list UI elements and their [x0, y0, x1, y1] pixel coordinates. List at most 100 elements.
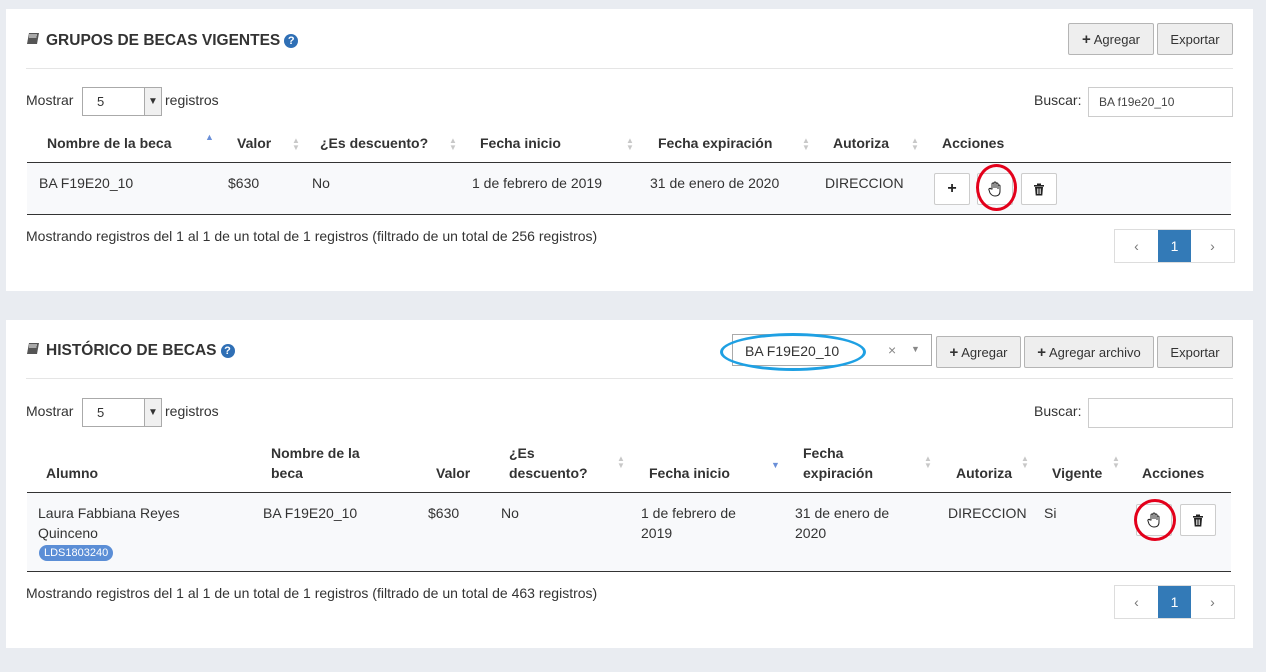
search-input[interactable]	[1088, 398, 1233, 428]
add-file-button[interactable]: + Agregar archivo	[1024, 336, 1154, 368]
help-icon[interactable]: ?	[284, 34, 299, 48]
sort-icon: ▲ ▼	[617, 454, 625, 470]
scholarship-history-panel: HISTÓRICO DE BECAS ? BA F19E20_10 × ▼ + A…	[6, 320, 1253, 648]
active-scholarship-groups-panel: GRUPOS DE BECAS VIGENTES ? + Agregar Expo…	[6, 9, 1253, 291]
plus-icon: +	[1081, 30, 1091, 48]
add-action-button[interactable]: +	[934, 173, 970, 205]
sort-icon: ▲ ▼	[1021, 454, 1029, 470]
trash-icon	[1034, 183, 1044, 195]
sort-asc-icon: ▲	[205, 132, 214, 142]
col-header-acciones: Acciones	[1142, 465, 1205, 481]
records-summary: Mostrando registros del 1 al 1 de un tot…	[26, 228, 598, 244]
cell-autoriza: DIRECCION	[825, 175, 904, 191]
divider	[26, 68, 1233, 69]
add-group-button[interactable]: + Agregar	[1068, 23, 1154, 55]
panel-title: GRUPOS DE BECAS VIGENTES ?	[26, 32, 299, 50]
col-header-nombre-line2[interactable]: beca	[271, 463, 303, 483]
sort-icon: ▲ ▼	[449, 136, 457, 152]
show-label: Mostrar	[26, 92, 74, 108]
col-header-expiracion-line1[interactable]: Fecha	[803, 443, 843, 463]
sort-icon: ▲ ▼	[924, 454, 932, 470]
delete-action-button[interactable]	[1180, 504, 1216, 536]
search-label: Buscar:	[1034, 92, 1082, 108]
clear-icon[interactable]: ×	[888, 342, 896, 358]
col-header-expiracion-line2[interactable]: expiración	[803, 463, 873, 483]
cell-expiracion-line2: 2020	[795, 525, 827, 541]
sort-icon: ▲ ▼	[292, 136, 300, 152]
student-id-badge: LDS1803240	[39, 545, 114, 561]
cell-valor: $630	[228, 175, 260, 191]
highlight-circle	[976, 164, 1017, 211]
sort-icon: ▲ ▼	[911, 136, 919, 152]
panel-title: HISTÓRICO DE BECAS ?	[26, 342, 235, 360]
cell-nombre: BA F19E20_10	[39, 175, 134, 191]
cell-inicio: 1 de febrero de 2019	[472, 175, 602, 191]
col-header-descuento-line2[interactable]: descuento?	[509, 463, 588, 483]
search-label: Buscar:	[1034, 403, 1082, 419]
col-header-valor[interactable]: Valor	[436, 463, 470, 483]
cell-expiracion-line1: 31 de enero de	[795, 505, 890, 521]
highlight-circle	[1134, 499, 1176, 541]
plus-icon: +	[949, 343, 959, 361]
pagination: ‹ 1 ›	[1114, 585, 1235, 619]
cell-autoriza: DIRECCION	[948, 505, 1027, 521]
search-input[interactable]: BA f19e20_10	[1088, 87, 1233, 117]
book-icon	[26, 32, 40, 50]
divider	[26, 378, 1233, 379]
col-header-acciones: Acciones	[942, 135, 1005, 151]
sort-icon: ▲ ▼	[802, 136, 810, 152]
pagination: ‹ 1 ›	[1114, 229, 1235, 263]
cell-expiracion: 31 de enero de 2020	[650, 175, 780, 191]
col-header-nombre[interactable]: Nombre de la beca	[47, 133, 172, 153]
delete-action-button[interactable]	[1021, 173, 1057, 205]
plus-icon: +	[1037, 343, 1046, 361]
col-header-inicio[interactable]: Fecha inicio	[649, 463, 730, 483]
sort-icon: ▲ ▼	[626, 136, 634, 152]
records-label: registros	[165, 92, 219, 108]
col-header-expiracion[interactable]: Fecha expiración	[658, 133, 772, 153]
records-label: registros	[165, 403, 219, 419]
page-size-select[interactable]: 5 ▼	[82, 398, 162, 427]
cell-descuento: No	[312, 175, 330, 191]
col-header-inicio[interactable]: Fecha inicio	[480, 133, 561, 153]
show-label: Mostrar	[26, 403, 74, 419]
cell-alumno-line1: Laura Fabbiana Reyes	[38, 505, 180, 521]
cell-inicio-line1: 1 de febrero de	[641, 505, 736, 521]
add-history-button[interactable]: + Agregar	[936, 336, 1021, 368]
pagination-page-1[interactable]: 1	[1158, 230, 1191, 262]
highlight-ellipse	[720, 333, 866, 371]
cell-inicio-line2: 2019	[641, 525, 673, 541]
help-icon[interactable]: ?	[220, 344, 235, 358]
cell-valor: $630	[428, 505, 460, 521]
book-icon	[26, 342, 40, 360]
col-header-nombre-line1[interactable]: Nombre de la	[271, 443, 360, 463]
table-footer-line	[27, 214, 1231, 215]
cell-vigente: Si	[1044, 505, 1057, 521]
col-header-descuento[interactable]: ¿Es descuento?	[320, 133, 428, 153]
pagination-page-1[interactable]: 1	[1158, 586, 1191, 618]
plus-icon: +	[947, 180, 957, 197]
export-button[interactable]: Exportar	[1157, 336, 1233, 368]
cell-alumno-line2: Quinceno	[38, 525, 98, 541]
col-header-descuento-line1[interactable]: ¿Es	[509, 443, 535, 463]
cell-nombre: BA F19E20_10	[263, 505, 358, 521]
col-header-autoriza[interactable]: Autoriza	[956, 463, 1012, 483]
pagination-prev[interactable]: ‹	[1115, 586, 1158, 618]
col-header-valor[interactable]: Valor	[237, 133, 271, 153]
table-footer-line	[27, 571, 1231, 572]
chevron-down-icon: ▼	[144, 398, 162, 427]
chevron-down-icon: ▼	[144, 87, 162, 116]
cell-descuento: No	[501, 505, 519, 521]
col-header-autoriza[interactable]: Autoriza	[833, 133, 889, 153]
pagination-next[interactable]: ›	[1191, 586, 1234, 618]
export-button[interactable]: Exportar	[1157, 23, 1233, 55]
records-summary: Mostrando registros del 1 al 1 de un tot…	[26, 585, 598, 601]
chevron-down-icon: ▼	[911, 344, 920, 354]
col-header-vigente[interactable]: Vigente	[1052, 463, 1102, 483]
pagination-prev[interactable]: ‹	[1115, 230, 1158, 262]
trash-icon	[1193, 514, 1203, 526]
sort-icon: ▲ ▼	[1112, 454, 1120, 470]
pagination-next[interactable]: ›	[1191, 230, 1234, 262]
col-header-alumno[interactable]: Alumno	[46, 463, 98, 483]
page-size-select[interactable]: 5 ▼	[82, 87, 162, 116]
